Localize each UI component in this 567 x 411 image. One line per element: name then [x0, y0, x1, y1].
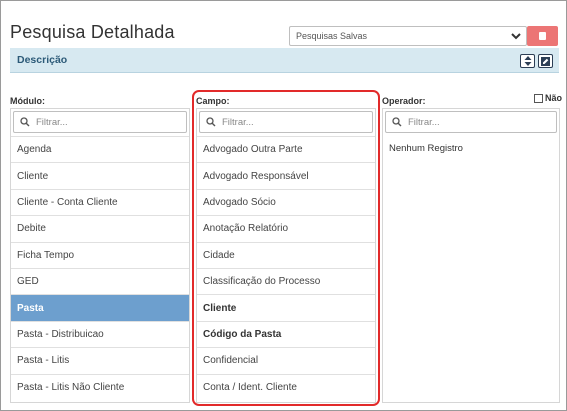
- checkbox-box[interactable]: [534, 93, 543, 103]
- saved-searches-select[interactable]: Pesquisas Salvas: [289, 26, 527, 46]
- modulo-list: Agenda Cliente Cliente - Conta Cliente Debi…: [11, 136, 189, 400]
- saved-searches-value: Pesquisas Salvas: [296, 31, 368, 41]
- modulo-filter-placeholder: Filtrar...: [36, 116, 68, 128]
- modulo-list-item[interactable]: Cliente - Conta Cliente: [11, 188, 189, 215]
- campo-list-item[interactable]: Conta / Ident. Cliente: [197, 373, 375, 400]
- expand-collapse-button[interactable]: [520, 54, 535, 68]
- modulo-list-item[interactable]: Pasta - Litis: [11, 347, 189, 373]
- campo-filter-placeholder: Filtrar...: [222, 116, 254, 128]
- modulo-list-item[interactable]: GED: [11, 267, 189, 294]
- campo-list-item[interactable]: Classificação do Processo: [197, 267, 375, 294]
- operador-panel: Filtrar... Nenhum Registro: [382, 108, 560, 403]
- campo-list-item[interactable]: Cliente: [197, 294, 375, 320]
- search-icon: [392, 117, 402, 127]
- nao-label: Não: [545, 93, 563, 103]
- campo-filter-input[interactable]: Filtrar...: [199, 111, 373, 133]
- operador-empty-message: Nenhum Registro: [389, 143, 463, 154]
- modulo-list-item[interactable]: Agenda: [11, 136, 189, 162]
- delete-saved-search-button[interactable]: [527, 26, 558, 46]
- search-icon: [20, 117, 30, 127]
- modulo-list-item[interactable]: Ficha Tempo: [11, 241, 189, 268]
- description-bar[interactable]: Descrição: [10, 48, 559, 73]
- campo-panel: Filtrar... Advogado Outra Parte Advogado …: [196, 108, 376, 403]
- campo-list-item[interactable]: Advogado Sócio: [197, 188, 375, 215]
- campo-list-item[interactable]: Código da Pasta: [197, 320, 375, 347]
- search-icon: [206, 117, 216, 127]
- campo-list-item[interactable]: Anotação Relatório: [197, 215, 375, 241]
- campo-label: Campo:: [196, 96, 230, 106]
- chevron-down-icon: [511, 29, 521, 46]
- trash-icon: [539, 32, 546, 40]
- operador-list: Nenhum Registro: [383, 135, 559, 162]
- campo-list: Advogado Outra Parte Advogado Responsável…: [197, 136, 375, 400]
- edit-icon: [541, 56, 550, 66]
- sort-arrows-icon: [524, 56, 531, 66]
- campo-list-item[interactable]: Advogado Responsável: [197, 162, 375, 188]
- modulo-list-item[interactable]: Pasta - Distribuicao: [11, 320, 189, 347]
- page-title: Pesquisa Detalhada: [10, 22, 175, 42]
- modulo-list-item[interactable]: Cliente: [11, 162, 189, 188]
- nao-checkbox[interactable]: Não: [534, 93, 562, 103]
- description-label: Descrição: [17, 54, 68, 66]
- modulo-list-item[interactable]: Pasta - Litis Não Cliente: [11, 373, 189, 400]
- app-window: Pesquisa Detalhada Pesquisas Salvas Desc…: [0, 0, 567, 411]
- operador-filter-input[interactable]: Filtrar...: [385, 111, 557, 133]
- campo-list-item[interactable]: Advogado Outra Parte: [197, 136, 375, 162]
- edit-description-button[interactable]: [538, 54, 553, 68]
- modulo-list-item[interactable]: Debite: [11, 215, 189, 241]
- campo-list-item[interactable]: Confidencial: [197, 347, 375, 373]
- campo-list-item[interactable]: Cidade: [197, 241, 375, 268]
- modulo-filter-input[interactable]: Filtrar...: [13, 111, 187, 133]
- modulo-list-item[interactable]: Pasta: [11, 294, 189, 321]
- operador-filter-placeholder: Filtrar...: [408, 116, 440, 128]
- modulo-label: Módulo:: [10, 96, 45, 106]
- modulo-panel: Filtrar... Agenda Cliente Cliente - Conta …: [10, 108, 190, 403]
- operador-label: Operador:: [382, 96, 426, 106]
